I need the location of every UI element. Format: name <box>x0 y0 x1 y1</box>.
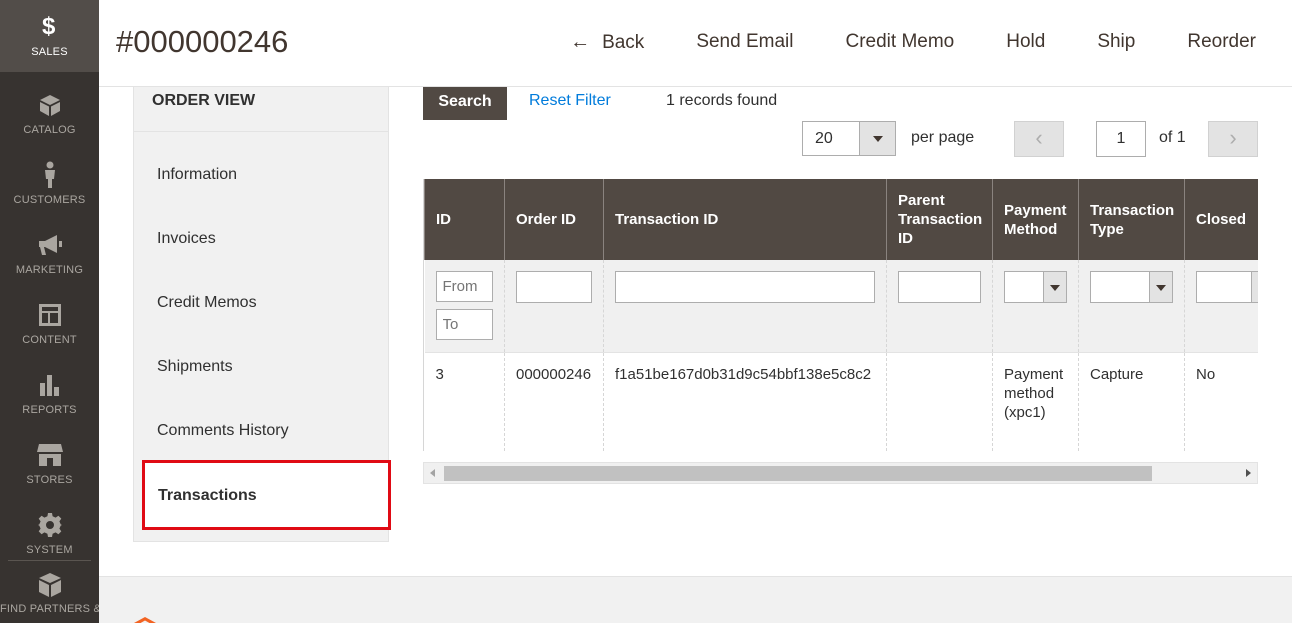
chevron-right-icon: › <box>1229 125 1237 150</box>
layout-icon <box>36 301 64 329</box>
page-header: #000000246 ← Back Send Email Credit Memo … <box>99 0 1292 87</box>
svg-text:$: $ <box>42 13 56 39</box>
nav-item-transactions[interactable]: Transactions <box>142 460 391 530</box>
menu-divider <box>8 560 91 561</box>
dollar-icon: $ <box>36 12 64 40</box>
chevron-left-icon: ‹ <box>1035 125 1043 150</box>
nav-item-information[interactable]: Information <box>157 166 237 184</box>
nav-item-credit-memos[interactable]: Credit Memos <box>157 294 257 312</box>
next-page-button[interactable]: › <box>1208 121 1258 157</box>
payment-method-filter-select[interactable] <box>1004 271 1067 303</box>
cell-payment-method: Payment method (xpc1) <box>992 352 1079 451</box>
cell-order-id: 000000246 <box>504 352 604 451</box>
parent-transaction-id-filter-input[interactable] <box>898 271 981 303</box>
nav-item-transactions-label: Transactions <box>158 487 257 504</box>
order-view-title: ORDER VIEW <box>152 92 256 109</box>
menu-label: Customers <box>13 194 86 206</box>
megaphone-icon <box>36 231 64 259</box>
column-header-payment-method[interactable]: Payment Method <box>992 179 1079 260</box>
menu-label: System <box>26 544 73 556</box>
horizontal-scrollbar[interactable] <box>423 462 1258 484</box>
cell-closed: No <box>1184 352 1258 451</box>
nav-item-comments-history[interactable]: Comments History <box>157 422 289 440</box>
header-actions: ← Back Send Email Credit Memo Hold Ship R… <box>544 31 1256 54</box>
menu-label: Stores <box>26 474 73 486</box>
table-row[interactable]: 3 000000246 f1a51be167d0b31d9c54bbf138e5… <box>424 352 1258 451</box>
closed-filter-select[interactable] <box>1196 271 1258 303</box>
transactions-grid: ID Order ID Transaction ID Parent Transa… <box>423 179 1258 451</box>
scroll-right-icon[interactable] <box>1246 469 1251 477</box>
menu-label: Catalog <box>23 124 76 136</box>
back-label: Back <box>602 32 645 53</box>
column-header-transaction-type[interactable]: Transaction Type <box>1078 179 1185 260</box>
records-found: 1 records found <box>666 92 778 109</box>
grid-header-row: ID Order ID Transaction ID Parent Transa… <box>424 179 1258 260</box>
menu-item-content[interactable]: Content <box>0 288 99 358</box>
menu-item-sales[interactable]: $ Sales <box>0 0 99 72</box>
per-page-select[interactable]: 20 <box>802 121 896 156</box>
column-header-parent-transaction-id[interactable]: Parent Transaction ID <box>886 179 993 260</box>
page-title: #000000246 <box>116 24 289 59</box>
menu-label: Sales <box>31 46 68 58</box>
admin-menu: $ Sales Catalog Customers Marketing Cont… <box>0 0 99 623</box>
person-icon <box>36 161 64 189</box>
order-id-filter-input[interactable] <box>516 271 592 303</box>
cell-transaction-type: Capture <box>1078 352 1185 451</box>
menu-label: Marketing <box>15 264 84 276</box>
order-view-nav: ORDER VIEW Information Invoices Credit M… <box>133 87 391 542</box>
bar-chart-icon <box>36 371 64 399</box>
previous-page-button[interactable]: ‹ <box>1014 121 1064 157</box>
page-footer <box>99 576 1292 623</box>
menu-label: Reports <box>22 404 77 416</box>
magento-logo-icon <box>134 617 156 623</box>
arrow-left-icon: ← <box>570 31 591 53</box>
column-header-id[interactable]: ID <box>424 179 505 260</box>
grid-filter-row <box>424 260 1258 353</box>
cell-id: 3 <box>424 352 505 451</box>
gear-icon <box>36 511 64 539</box>
current-page-input[interactable]: 1 <box>1096 121 1146 157</box>
transaction-type-filter-select[interactable] <box>1090 271 1173 303</box>
per-page-label: per page <box>911 129 975 146</box>
back-button[interactable]: ← Back <box>544 31 670 54</box>
search-button[interactable]: Search <box>423 87 507 120</box>
box-icon <box>36 91 64 119</box>
scroll-left-icon[interactable] <box>430 469 435 477</box>
menu-item-reports[interactable]: Reports <box>0 358 99 428</box>
menu-item-find-partners[interactable]: Find Partners & Extensions <box>0 566 99 623</box>
page-count: of 1 <box>1159 129 1186 146</box>
menu-item-stores[interactable]: Stores <box>0 428 99 498</box>
ship-button[interactable]: Ship <box>1071 31 1161 54</box>
reset-filter-link[interactable]: Reset Filter <box>529 92 611 110</box>
nav-item-invoices[interactable]: Invoices <box>157 230 216 248</box>
menu-label: Find Partners & Extensions <box>0 603 99 615</box>
menu-item-customers[interactable]: Customers <box>0 148 99 218</box>
menu-item-marketing[interactable]: Marketing <box>0 218 99 288</box>
send-email-button[interactable]: Send Email <box>670 31 819 54</box>
reorder-button[interactable]: Reorder <box>1161 31 1256 54</box>
chevron-down-icon[interactable] <box>859 122 895 155</box>
cell-transaction-id: f1a51be167d0b31d9c54bbf138e5c8c2 <box>603 352 887 451</box>
id-from-input[interactable] <box>435 271 493 302</box>
credit-memo-button[interactable]: Credit Memo <box>819 31 980 54</box>
scrollbar-thumb[interactable] <box>444 466 1152 481</box>
hold-button[interactable]: Hold <box>980 31 1071 54</box>
cell-parent-transaction-id <box>886 352 993 451</box>
column-header-closed[interactable]: Closed <box>1184 179 1258 260</box>
store-icon <box>36 441 64 469</box>
column-header-transaction-id[interactable]: Transaction ID <box>603 179 887 260</box>
cubes-icon <box>36 571 64 599</box>
id-to-input[interactable] <box>435 309 493 340</box>
column-header-order-id[interactable]: Order ID <box>504 179 604 260</box>
divider <box>134 131 388 132</box>
menu-label: Content <box>22 334 77 346</box>
transaction-id-filter-input[interactable] <box>615 271 875 303</box>
per-page-value: 20 <box>815 130 833 147</box>
nav-item-shipments[interactable]: Shipments <box>157 358 233 376</box>
menu-item-system[interactable]: System <box>0 498 99 568</box>
menu-item-catalog[interactable]: Catalog <box>0 78 99 148</box>
